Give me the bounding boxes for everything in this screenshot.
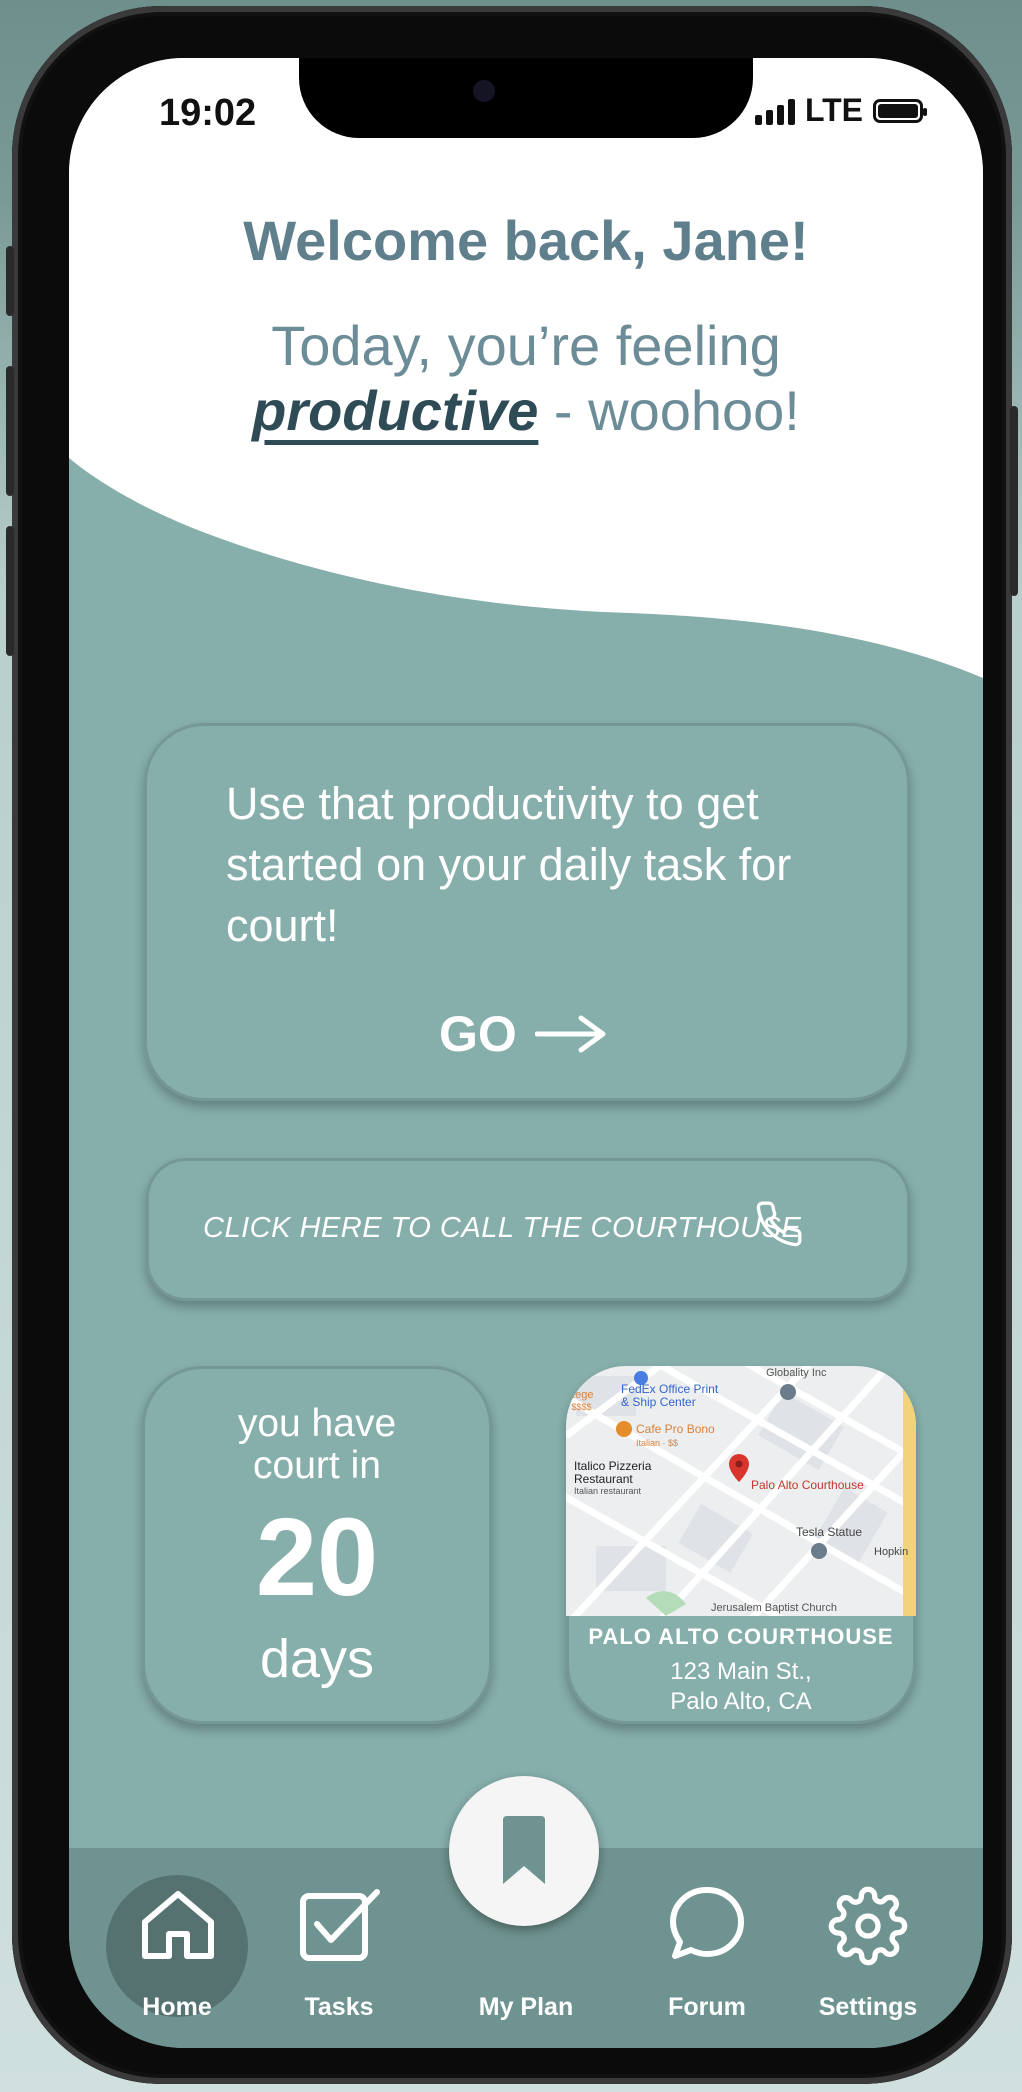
- go-button[interactable]: GO: [439, 1005, 607, 1063]
- silent-switch: [6, 246, 14, 316]
- court-countdown-card: you have court in 20 days: [142, 1366, 492, 1724]
- map-label-pin: Palo Alto Courthouse: [751, 1478, 864, 1492]
- countdown-days-number: 20: [255, 1496, 379, 1619]
- welcome-heading: Welcome back, Jane!: [243, 209, 809, 272]
- network-label: LTE: [804, 92, 863, 128]
- phone-frame: 19:02 LTE Welcome back, Jane! Today, you…: [6, 6, 1018, 2084]
- phone-icon: [756, 1201, 802, 1247]
- bookmark-icon: [503, 1816, 545, 1884]
- nav-tasks[interactable]: Tasks: [269, 1848, 409, 2048]
- status-time: 19:02: [159, 92, 257, 134]
- volume-down-button: [6, 526, 14, 656]
- countdown-days-unit: days: [259, 1629, 375, 1689]
- nav-home-label: Home: [142, 1993, 212, 2021]
- header: Welcome back, Jane! Today, you’re feelin…: [69, 208, 983, 443]
- nav-tasks-label: Tasks: [304, 1993, 374, 2021]
- courthouse-name: PALO ALTO COURTHOUSE: [588, 1624, 894, 1649]
- battery-icon: [873, 98, 927, 123]
- notch: [299, 58, 753, 138]
- courthouse-map-card[interactable]: FedEx Office Print & Ship Center otege ·…: [566, 1366, 916, 1724]
- map-label-otege-sub: · $$$$: [566, 1402, 592, 1412]
- mood-suffix: - woohoo!: [538, 379, 800, 442]
- daily-task-card[interactable]: Use that productivity to get started on …: [144, 723, 910, 1101]
- mood-prefix: Today, you’re feeling: [271, 314, 781, 377]
- call-courthouse-label: CLICK HERE TO CALL THE COURTHOUSE: [203, 1212, 802, 1244]
- map-label-tesla: Tesla Statue: [796, 1525, 862, 1539]
- map-label-italico2: Restaurant: [574, 1472, 633, 1486]
- map-label-italico: Italico Pizzeria: [574, 1459, 652, 1473]
- status-indicators: LTE: [754, 92, 927, 129]
- nav-forum[interactable]: Forum: [637, 1848, 777, 2048]
- daily-task-text: Use that productivity to get started on …: [226, 778, 792, 951]
- front-camera: [473, 80, 495, 102]
- map-label-globality: Globality Inc: [766, 1367, 827, 1379]
- chat-bubble-icon: [670, 1887, 744, 1959]
- nav-settings-label: Settings: [818, 1993, 918, 2021]
- map-label-fedex: FedEx Office Print: [621, 1382, 719, 1396]
- courthouse-address-line2: Palo Alto, CA: [670, 1688, 812, 1715]
- countdown-line2: court in: [253, 1444, 381, 1487]
- countdown-line1: you have: [237, 1402, 397, 1445]
- nav-settings[interactable]: Settings: [798, 1848, 938, 2048]
- map-label-cafe: Cafe Pro Bono: [636, 1422, 715, 1436]
- gear-icon: [828, 1886, 908, 1966]
- nav-my-plan-label: My Plan: [478, 1993, 574, 2021]
- screen: 19:02 LTE Welcome back, Jane! Today, you…: [69, 58, 983, 2048]
- map-label-hopkins: Hopkin: [874, 1546, 908, 1558]
- mood-word: productive: [252, 379, 539, 442]
- map-label-cafe-sub: Italian · $$: [636, 1438, 678, 1448]
- map-label-otege: otege: [566, 1389, 594, 1401]
- courthouse-map[interactable]: FedEx Office Print & Ship Center otege ·…: [566, 1366, 916, 1616]
- map-label-italico-sub: Italian restaurant: [574, 1486, 642, 1496]
- courthouse-address-line1: 123 Main St.,: [670, 1658, 812, 1685]
- mood-line: productive - woohoo!: [69, 378, 983, 443]
- signal-icon: [754, 97, 795, 125]
- call-courthouse-button[interactable]: CLICK HERE TO CALL THE COURTHOUSE: [146, 1158, 910, 1301]
- map-label-church: Jerusalem Baptist Church: [711, 1602, 837, 1614]
- checkbox-icon: [300, 1889, 380, 1961]
- arrow-right-icon: [534, 1015, 606, 1053]
- power-button: [1010, 406, 1018, 596]
- nav-home[interactable]: Home: [107, 1848, 247, 2048]
- home-icon: [142, 1891, 214, 1959]
- my-plan-button[interactable]: [449, 1776, 599, 1926]
- map-label-fedex2: & Ship Center: [621, 1395, 696, 1409]
- nav-forum-label: Forum: [668, 1993, 746, 2021]
- go-label: GO: [439, 1006, 517, 1062]
- volume-up-button: [6, 366, 14, 496]
